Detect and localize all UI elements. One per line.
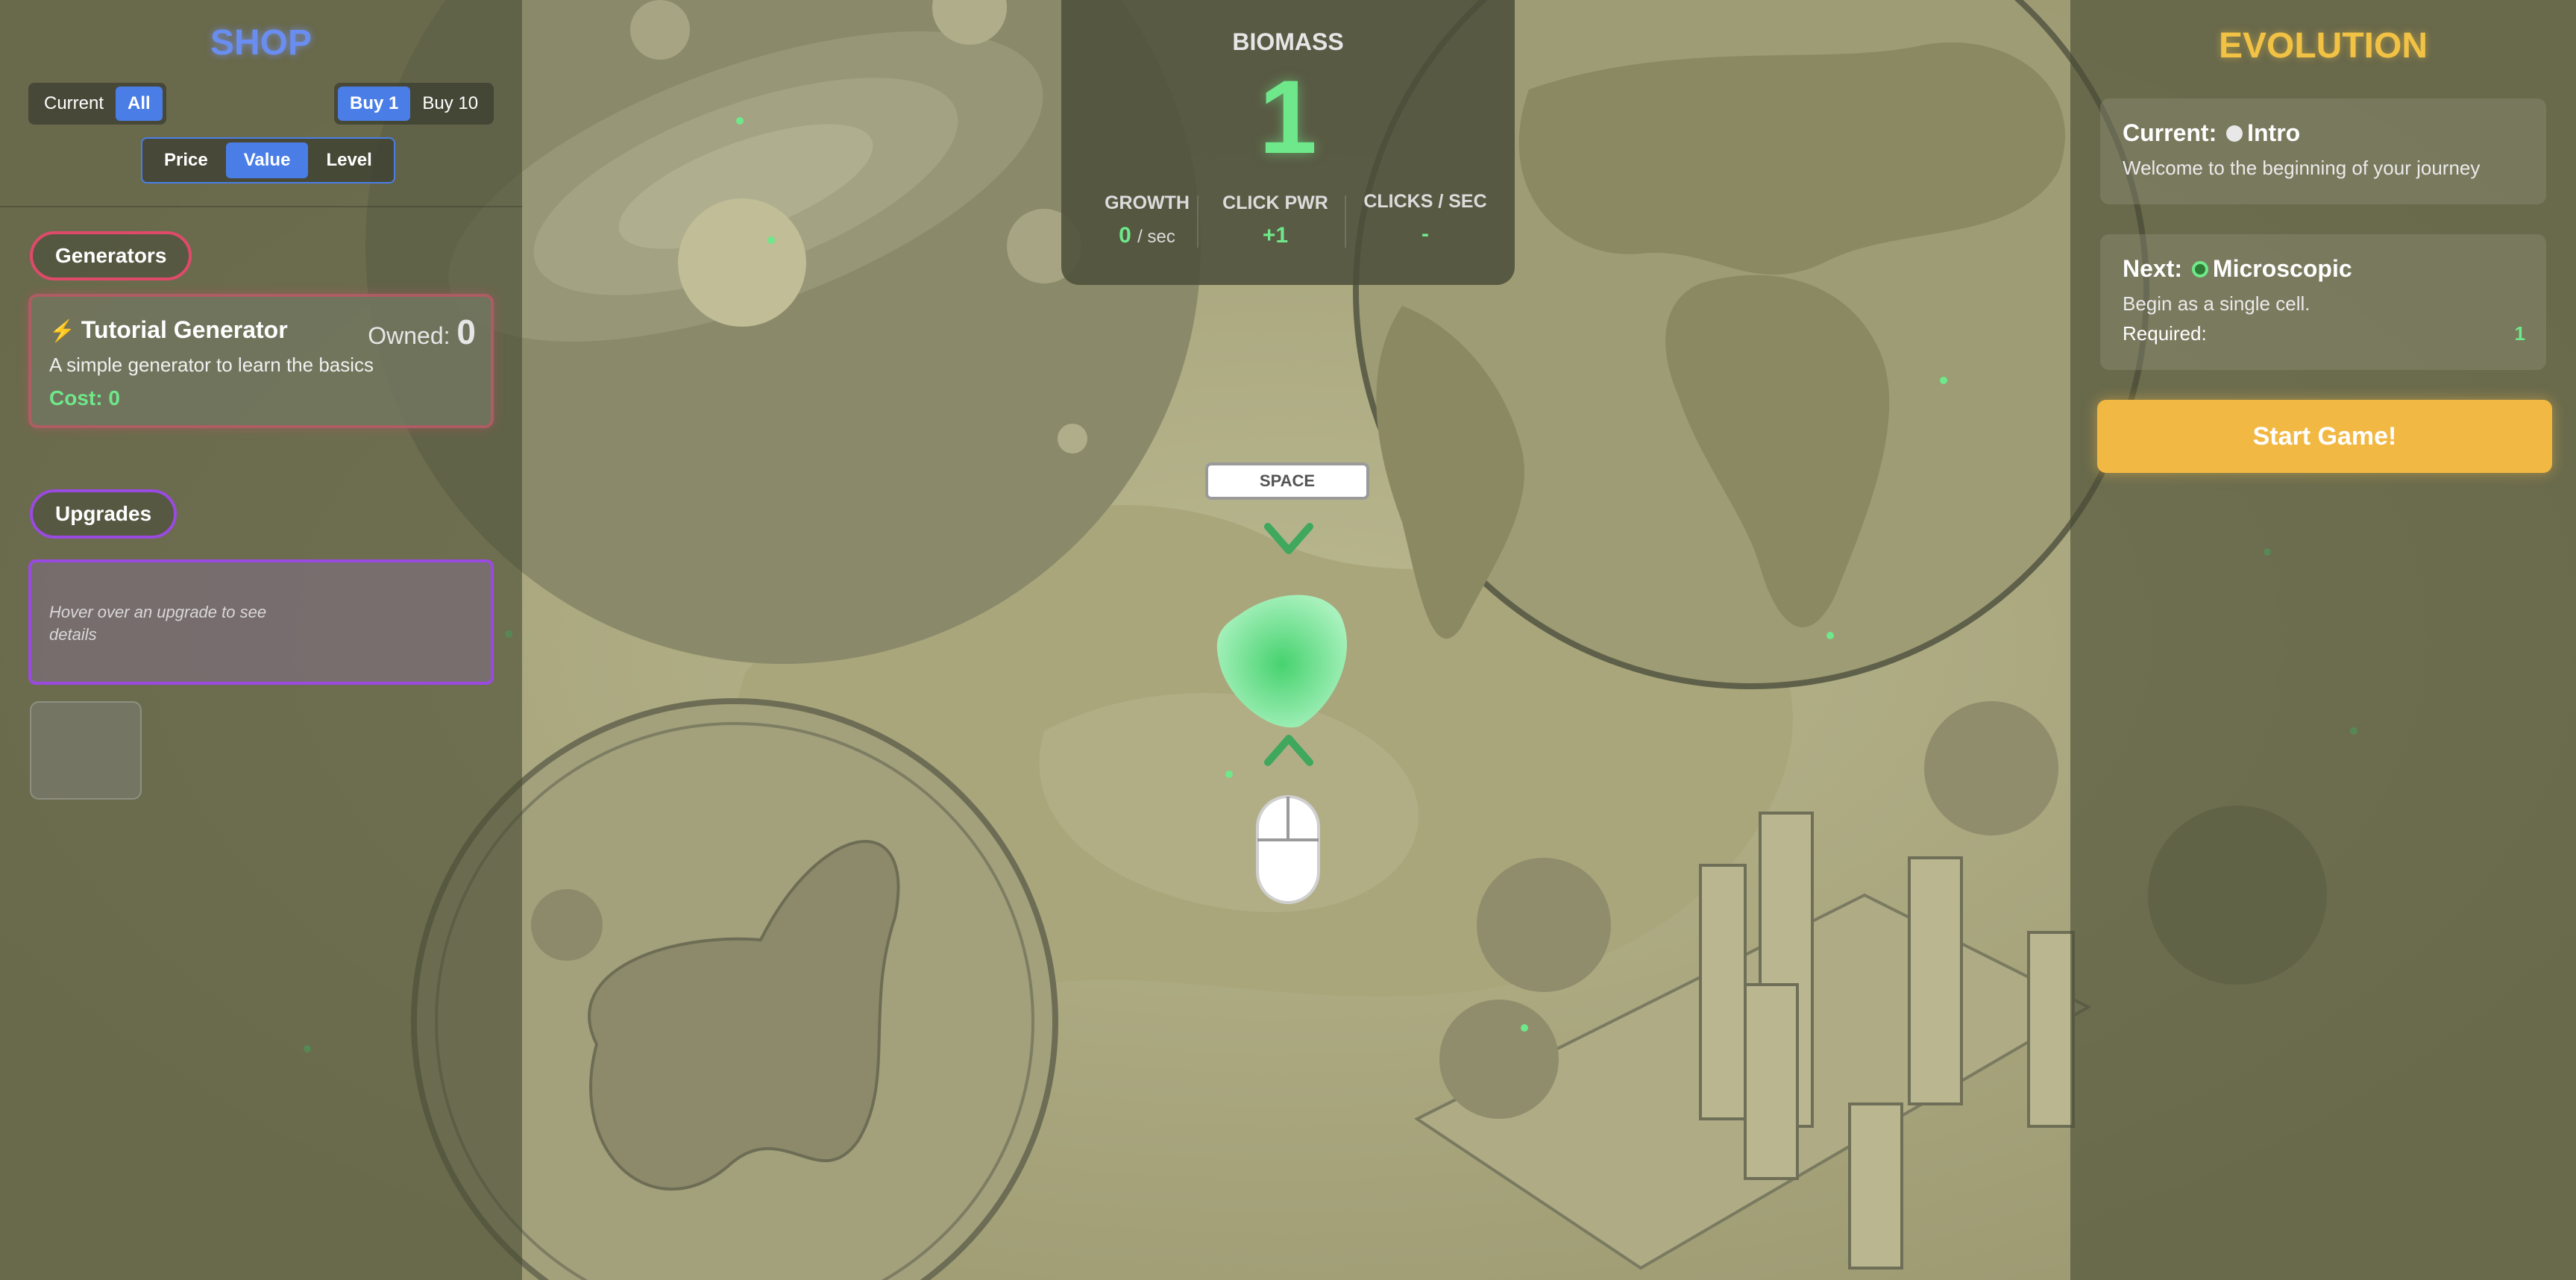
stat-divider	[1345, 195, 1346, 248]
next-stage-name: Microscopic	[2212, 255, 2352, 282]
generator-cost: Cost: 0	[49, 386, 120, 410]
generator-name-row: ⚡ Tutorial Generator	[49, 316, 288, 344]
mouse-icon	[1256, 795, 1320, 904]
next-stage-card: Next: Microscopic Begin as a single cell…	[2100, 234, 2546, 370]
next-stage-description: Begin as a single cell.	[2123, 292, 2310, 315]
clicks-per-sec-label: CLICKS / SEC	[1363, 191, 1487, 212]
upgrade-details-box: Hover over an upgrade to see details	[28, 559, 494, 685]
buy-1-button[interactable]: Buy 1	[338, 87, 411, 121]
buy-amount-toggle: Buy 1 Buy 10	[334, 83, 494, 125]
clicks-per-sec-value: -	[1421, 222, 1429, 246]
filter-all-button[interactable]: All	[116, 87, 163, 121]
current-stage-description: Welcome to the beginning of your journey	[2123, 157, 2481, 179]
current-stage-card: Current: Intro Welcome to the beginning …	[2100, 98, 2546, 204]
buy-10-button[interactable]: Buy 10	[410, 87, 490, 121]
sort-price-button[interactable]: Price	[146, 142, 226, 178]
stage-dot-icon	[2226, 125, 2243, 142]
biomass-value: 1	[1259, 58, 1317, 175]
stage-dot-icon	[2191, 260, 2208, 277]
next-stage-heading: Next: Microscopic	[2123, 255, 2352, 283]
upgrade-hint: Hover over an upgrade to see details	[49, 603, 267, 644]
sort-value-button[interactable]: Value	[225, 142, 309, 178]
current-stage-heading: Current: Intro	[2123, 119, 2300, 147]
click-power-label: CLICK PWR	[1222, 192, 1328, 213]
stat-divider	[1197, 195, 1199, 248]
clicks-per-sec-stat: CLICKS / SEC -	[1357, 191, 1494, 247]
owned-count: 0	[456, 313, 476, 351]
lightning-icon: ⚡	[49, 319, 75, 342]
cost-label: Cost:	[49, 386, 103, 410]
chevron-up-icon	[1264, 735, 1313, 766]
required-value: 1	[2514, 322, 2525, 345]
sort-toggle: Price Value Level	[141, 137, 395, 183]
show-filter-toggle: Current All	[28, 83, 166, 125]
shop-title: SHOP	[210, 23, 312, 63]
shop-panel: SHOP Current All Buy 1 Buy 10 Price Valu…	[0, 0, 522, 1280]
next-stage-requirement: Required: 1	[2123, 322, 2525, 345]
generator-name: Tutorial Generator	[81, 316, 288, 343]
cost-value: 0	[108, 386, 120, 410]
next-label: Next:	[2123, 255, 2183, 282]
click-power-stat: CLICK PWR +1	[1215, 192, 1336, 248]
upgrades-section-label: Upgrades	[30, 489, 178, 539]
generator-card[interactable]: ⚡ Tutorial Generator Owned: 0 A simple ge…	[28, 294, 494, 428]
evolution-title: EVOLUTION	[2218, 26, 2428, 66]
filter-current-button[interactable]: Current	[32, 87, 116, 121]
organism-blob[interactable]	[1210, 585, 1359, 734]
click-power-value: +1	[1262, 223, 1289, 248]
shop-divider	[0, 206, 522, 207]
chevron-down-icon	[1264, 523, 1313, 554]
growth-label: GROWTH	[1105, 192, 1190, 213]
space-key-hint: SPACE	[1205, 462, 1369, 500]
growth-stat: GROWTH 0 / sec	[1088, 192, 1206, 248]
owned-label: Owned:	[368, 322, 450, 349]
upgrade-slot[interactable]	[30, 701, 142, 800]
growth-value: 0	[1119, 223, 1131, 248]
generators-section-label: Generators	[30, 231, 192, 280]
generator-description: A simple generator to learn the basics	[49, 354, 374, 376]
evolution-panel: EVOLUTION Current: Intro Welcome to the …	[2070, 0, 2576, 1280]
growth-unit: / sec	[1137, 227, 1175, 247]
sort-level-button[interactable]: Level	[308, 142, 389, 178]
start-game-button[interactable]: Start Game!	[2097, 400, 2552, 473]
required-label: Required:	[2123, 322, 2207, 345]
stats-panel: BIOMASS 1 GROWTH 0 / sec CLICK PWR +1 CL…	[1061, 0, 1515, 285]
current-stage-name: Intro	[2247, 119, 2301, 146]
biomass-label: BIOMASS	[1232, 28, 1344, 55]
current-label: Current:	[2123, 119, 2217, 146]
generator-owned: Owned: 0	[368, 312, 476, 352]
